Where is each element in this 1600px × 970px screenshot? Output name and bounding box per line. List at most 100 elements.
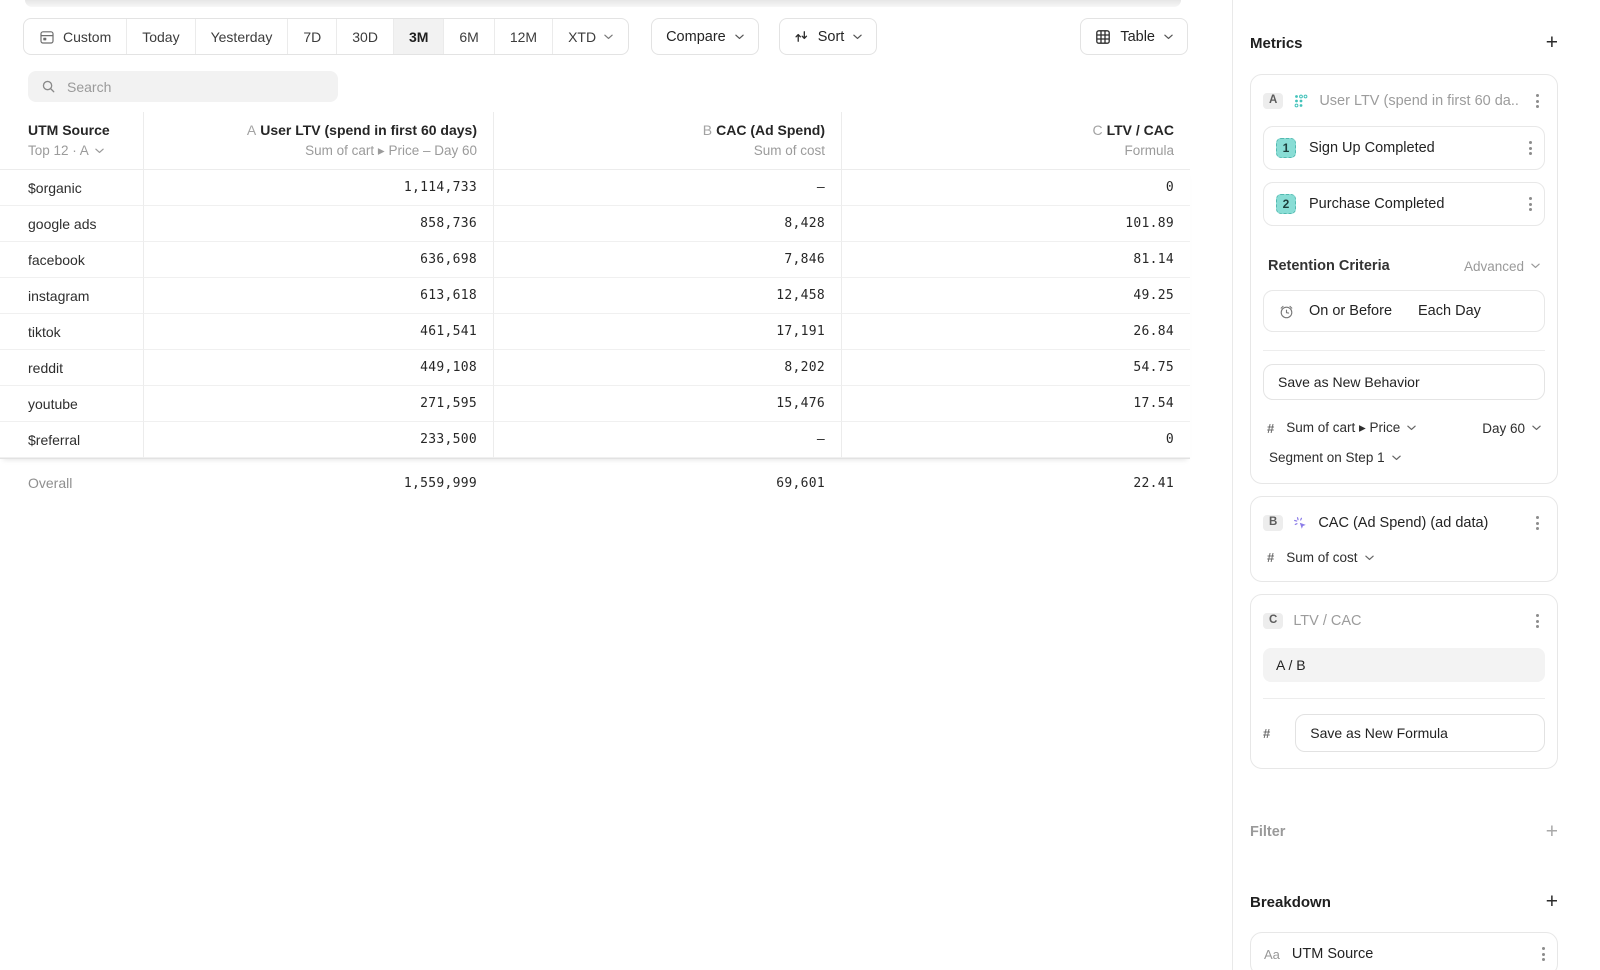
table-row[interactable]: $referral 233,500 – 0 <box>0 422 1190 458</box>
range-xtd[interactable]: XTD <box>552 19 628 54</box>
range-custom[interactable]: Custom <box>24 19 126 54</box>
range-today[interactable]: Today <box>126 19 194 54</box>
report-main: Custom Today Yesterday 7D 30D 3M 6M 12M … <box>0 0 1232 970</box>
row-value-a: 1,114,733 <box>143 170 493 206</box>
aggregation-row: # Sum of cart ▸ Price Day 60 <box>1267 420 1541 436</box>
save-as-new-formula-button[interactable]: Save as New Formula <box>1295 714 1545 752</box>
column-subtitle: Formula <box>1124 143 1174 158</box>
table-row[interactable]: reddit 449,108 8,202 54.75 <box>0 350 1190 386</box>
column-subtitle: Sum of cost <box>754 143 825 158</box>
retention-criteria-selector[interactable]: On or Before Each Day <box>1263 290 1545 332</box>
alarm-clock-icon <box>1278 303 1295 320</box>
range-30d[interactable]: 30D <box>336 19 393 54</box>
sum-of-cost-dropdown[interactable]: Sum of cost <box>1286 550 1373 565</box>
column-header-ltv-cac[interactable]: C LTV / CAC Formula <box>841 112 1190 169</box>
range-3m-active[interactable]: 3M <box>393 19 443 54</box>
add-filter-button[interactable]: + <box>1546 823 1558 841</box>
row-label: google ads <box>0 206 143 242</box>
column-header-utm-source[interactable]: UTM Source Top 12 · A <box>0 112 143 169</box>
chevron-down-icon <box>1532 425 1541 431</box>
row-value-c: 0 <box>841 170 1190 206</box>
row-value-b: 12,458 <box>493 278 841 314</box>
search-box <box>28 71 338 102</box>
chevron-down-icon <box>604 34 613 40</box>
retention-criteria-title: Retention Criteria <box>1268 258 1390 274</box>
breakdown-menu-icon[interactable] <box>1536 943 1551 965</box>
metric-b-title: CAC (Ad Spend) (ad data) <box>1318 515 1520 531</box>
step-2-purchase[interactable]: 2 Purchase Completed <box>1263 182 1545 226</box>
table-row[interactable]: facebook 636,698 7,846 81.14 <box>0 242 1190 278</box>
add-breakdown-button[interactable]: + <box>1546 893 1558 911</box>
segment-row: Segment on Step 1 <box>1269 450 1541 465</box>
row-label: reddit <box>0 350 143 386</box>
column-header-cac[interactable]: BCAC (Ad Spend) Sum of cost <box>493 112 841 169</box>
row-label: instagram <box>0 278 143 314</box>
column-title: LTV / CAC <box>1107 122 1174 138</box>
column-subtitle: Sum of cart ▸ Price – Day 60 <box>305 143 477 159</box>
search-input[interactable] <box>67 79 307 95</box>
metric-a-header[interactable]: A User LTV (spend in first 60 da... <box>1263 88 1545 114</box>
step-label: Purchase Completed <box>1309 196 1510 212</box>
segment-dropdown[interactable]: Segment on Step 1 <box>1269 450 1401 465</box>
metric-card-b: B CAC (Ad Spend) (ad data) # Sum of cost <box>1250 496 1558 582</box>
range-label: 7D <box>303 29 321 45</box>
row-value-a: 461,541 <box>143 314 493 350</box>
click-spark-icon <box>1293 516 1308 531</box>
metric-c-menu-icon[interactable] <box>1530 610 1545 632</box>
table-row[interactable]: youtube 271,595 15,476 17.54 <box>0 386 1190 422</box>
range-6m[interactable]: 6M <box>443 19 493 54</box>
table-row[interactable]: tiktok 461,541 17,191 26.84 <box>0 314 1190 350</box>
series-letter: C <box>1092 122 1102 138</box>
view-table-button[interactable]: Table <box>1080 18 1188 55</box>
metric-card-a: A User LTV (spend in first 60 da... 1 Si… <box>1250 74 1558 484</box>
table-row[interactable]: instagram 613,618 12,458 49.25 <box>0 278 1190 314</box>
table-row[interactable]: $organic 1,114,733 – 0 <box>0 170 1190 206</box>
step-menu-icon[interactable] <box>1523 193 1538 215</box>
save-as-new-behavior-button[interactable]: Save as New Behavior <box>1263 364 1545 400</box>
search-icon <box>41 79 56 94</box>
table-row[interactable]: google ads 858,736 8,428 101.89 <box>0 206 1190 242</box>
sort-arrows-icon <box>794 29 809 44</box>
row-value-c: 26.84 <box>841 314 1190 350</box>
breakdown-title: Breakdown <box>1250 894 1331 911</box>
scrolled-card-edge <box>25 0 1181 7</box>
range-12m[interactable]: 12M <box>494 19 552 54</box>
row-label: youtube <box>0 386 143 422</box>
breakdown-item-utm-source[interactable]: Aa UTM Source <box>1250 932 1558 970</box>
table-grid-icon <box>1095 29 1111 45</box>
column-title: CAC (Ad Spend) <box>716 122 825 138</box>
row-value-b: – <box>493 170 841 206</box>
step-label: Sign Up Completed <box>1309 140 1510 156</box>
range-yesterday[interactable]: Yesterday <box>195 19 288 54</box>
step-1-sign-up[interactable]: 1 Sign Up Completed <box>1263 126 1545 170</box>
table-overall-row: Overall 1,559,999 69,601 22.41 <box>0 460 1190 506</box>
segment-label: Segment on Step 1 <box>1269 450 1385 465</box>
range-label: Today <box>142 29 179 45</box>
range-label: 30D <box>352 29 378 45</box>
query-sidebar: Metrics + A User LTV (spend in first 60 … <box>1232 0 1600 970</box>
add-metric-button[interactable]: + <box>1546 34 1558 52</box>
row-label: $organic <box>0 170 143 206</box>
table-body: $organic 1,114,733 – 0 google ads 858,73… <box>0 170 1190 459</box>
retention-mode-dropdown[interactable]: Advanced <box>1464 259 1540 274</box>
metric-c-header[interactable]: C LTV / CAC <box>1263 608 1545 634</box>
row-value-a: 613,618 <box>143 278 493 314</box>
compare-button[interactable]: Compare <box>651 18 759 55</box>
aggregation-property-dropdown[interactable]: Sum of cart ▸ Price <box>1286 420 1416 436</box>
metric-b-menu-icon[interactable] <box>1530 512 1545 534</box>
formula-input[interactable]: A / B <box>1263 648 1545 682</box>
row-value-b: 15,476 <box>493 386 841 422</box>
chevron-down-icon <box>1164 34 1173 40</box>
step-menu-icon[interactable] <box>1523 137 1538 159</box>
metric-a-title: User LTV (spend in first 60 da... <box>1319 93 1520 109</box>
breakdown-table: UTM Source Top 12 · A AUser LTV (spend i… <box>0 112 1190 506</box>
metric-a-menu-icon[interactable] <box>1530 90 1545 112</box>
row-value-b: 8,428 <box>493 206 841 242</box>
date-range-group: Custom Today Yesterday 7D 30D 3M 6M 12M … <box>23 18 629 55</box>
range-7d[interactable]: 7D <box>287 19 336 54</box>
metric-b-header[interactable]: B CAC (Ad Spend) (ad data) <box>1263 510 1545 536</box>
window-dropdown[interactable]: Day 60 <box>1482 421 1541 436</box>
sort-button[interactable]: Sort <box>779 18 878 55</box>
column-header-user-ltv[interactable]: AUser LTV (spend in first 60 days) Sum o… <box>143 112 493 169</box>
sort-label: Sort <box>818 29 845 45</box>
